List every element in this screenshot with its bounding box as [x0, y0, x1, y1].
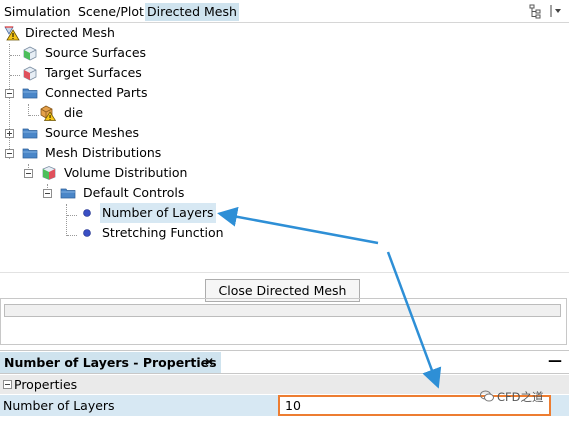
tree-item-label: Source Surfaces — [45, 45, 147, 60]
property-label: Number of Layers — [3, 398, 115, 413]
progress-bar — [4, 304, 561, 317]
dropdown-menu-icon[interactable] — [548, 3, 564, 19]
tree-item-source-meshes[interactable]: Source Meshes — [0, 123, 200, 143]
tree-item-label: Number of Layers — [100, 203, 216, 223]
tree-item-label: Stretching Function — [102, 225, 224, 240]
folder-icon — [22, 145, 38, 161]
collapse-toggle[interactable] — [24, 169, 33, 178]
tree-item-die[interactable]: die — [0, 103, 200, 123]
tab-bar: Simulation Scene/Plot Directed Mesh — [0, 0, 569, 23]
tree-item-label: Target Surfaces — [45, 65, 142, 80]
tree-layout-icon[interactable] — [528, 3, 544, 19]
collapse-toggle[interactable] — [3, 380, 12, 389]
bullet-icon — [79, 205, 95, 221]
properties-panel-title[interactable]: Number of Layers - Properties — [0, 352, 221, 373]
folder-icon — [60, 185, 76, 201]
tree-item-number-of-layers[interactable]: Number of Layers — [0, 203, 220, 223]
surface-green-icon — [22, 45, 38, 61]
tree-item-label: Connected Parts — [45, 85, 148, 100]
folder-icon — [22, 125, 38, 141]
collapse-toggle[interactable] — [5, 149, 14, 158]
tree-item-connected-parts[interactable]: Connected Parts — [0, 83, 200, 103]
watermark-text: CFD之道 — [497, 390, 544, 404]
minimize-icon[interactable]: — — [548, 351, 562, 371]
tab-directed-mesh[interactable]: Directed Mesh — [145, 3, 239, 21]
tree-item-label: Default Controls — [83, 185, 185, 200]
tab-simulation[interactable]: Simulation — [2, 3, 73, 21]
tree-item-label: Mesh Distributions — [45, 145, 162, 160]
tree-item-mesh-distributions[interactable]: Mesh Distributions — [0, 143, 220, 163]
directed-mesh-tree: Directed Mesh Source Surfaces Target Sur… — [0, 23, 569, 273]
tree-item-source-surfaces[interactable]: Source Surfaces — [0, 43, 200, 63]
properties-panel-header: Number of Layers - Properties ✕ — — [0, 350, 569, 374]
tree-item-label: Source Meshes — [45, 125, 140, 140]
tab-scene-plot[interactable]: Scene/Plot — [76, 3, 146, 21]
expand-toggle[interactable] — [5, 129, 14, 138]
divider — [0, 272, 569, 273]
wechat-icon — [480, 390, 494, 405]
watermark: CFD之道 — [480, 389, 544, 405]
close-icon[interactable]: ✕ — [204, 352, 214, 373]
bullet-icon — [79, 225, 95, 241]
tree-item-target-surfaces[interactable]: Target Surfaces — [0, 63, 200, 83]
tree-item-default-controls[interactable]: Default Controls — [0, 183, 220, 203]
surface-red-icon — [22, 65, 38, 81]
tree-item-label: Volume Distribution — [64, 165, 188, 180]
volume-distribution-icon — [41, 165, 57, 181]
collapse-toggle[interactable] — [5, 89, 14, 98]
tree-item-label: Directed Mesh — [25, 25, 115, 40]
tree-item-volume-distribution[interactable]: Volume Distribution — [0, 163, 220, 183]
tree-item-stretching-function[interactable]: Stretching Function — [0, 223, 240, 243]
tree-item-label: die — [64, 105, 84, 120]
part-warning-icon — [40, 105, 57, 121]
collapse-toggle[interactable] — [43, 189, 52, 198]
warning-mesh-icon — [4, 25, 20, 41]
folder-icon — [22, 85, 38, 101]
section-label: Properties — [14, 377, 78, 392]
tree-item-directed-mesh[interactable]: Directed Mesh — [0, 23, 200, 43]
